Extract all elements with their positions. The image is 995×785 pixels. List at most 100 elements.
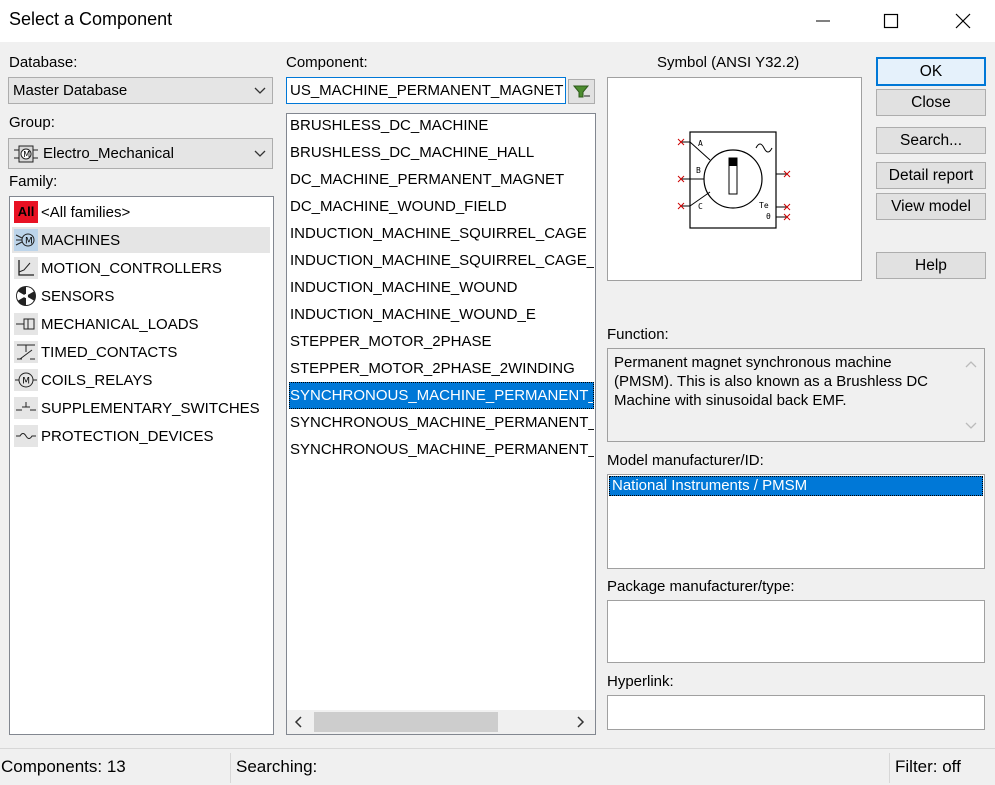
filter-icon xyxy=(572,85,590,97)
component-item[interactable]: DC_MACHINE_PERMANENT_MAGNET xyxy=(289,166,594,193)
status-bar: Components: 13 Searching: Filter: off xyxy=(0,748,995,785)
protection-device-icon xyxy=(14,424,38,448)
component-label: Component: xyxy=(286,54,368,71)
family-item-label: <All families> xyxy=(41,203,131,221)
svg-text:C: C xyxy=(698,202,703,211)
filter-status: Filter: off xyxy=(895,757,961,776)
maximize-button[interactable] xyxy=(868,0,914,42)
family-item-machines[interactable]: M MACHINES xyxy=(12,227,270,253)
chevron-down-icon xyxy=(254,150,266,157)
component-item[interactable]: INDUCTION_MACHINE_WOUND_E xyxy=(289,301,594,328)
component-item[interactable]: SYNCHRONOUS_MACHINE_PERMANENT_ xyxy=(289,436,594,463)
component-item[interactable]: INDUCTION_MACHINE_WOUND xyxy=(289,274,594,301)
hyperlink-field[interactable] xyxy=(607,695,985,730)
svg-text:M: M xyxy=(22,377,30,387)
model-manufacturer-label: Model manufacturer/ID: xyxy=(607,452,764,469)
ok-button[interactable]: OK xyxy=(876,57,986,86)
family-item-mechanical-loads[interactable]: MECHANICAL_LOADS xyxy=(12,311,270,337)
family-list[interactable]: All <All families> M MACHINES MOTION_CON… xyxy=(9,196,274,735)
svg-text:M: M xyxy=(25,237,33,247)
pmsm-symbol-icon: A B C Te θ xyxy=(677,131,791,229)
minimize-icon xyxy=(816,20,830,22)
family-item-supplementary-switches[interactable]: SUPPLEMENTARY_SWITCHES xyxy=(12,395,270,421)
component-item[interactable]: BRUSHLESS_DC_MACHINE xyxy=(289,114,594,139)
sensor-icon xyxy=(14,284,38,308)
status-divider xyxy=(889,753,890,783)
svg-text:θ: θ xyxy=(766,212,771,221)
component-item[interactable]: BRUSHLESS_DC_MACHINE_HALL xyxy=(289,139,594,166)
component-item[interactable]: INDUCTION_MACHINE_SQUIRREL_CAGE_ xyxy=(289,247,594,274)
group-value: Electro_Mechanical xyxy=(43,145,174,162)
svg-text:A: A xyxy=(698,139,703,148)
motion-controller-icon xyxy=(14,256,38,280)
family-item-label: COILS_RELAYS xyxy=(41,371,153,389)
family-item-motion-controllers[interactable]: MOTION_CONTROLLERS xyxy=(12,255,270,281)
family-item-timed-contacts[interactable]: TIMED_CONTACTS xyxy=(12,339,270,365)
component-list[interactable]: BRUSHLESS_DC_MACHINE BRUSHLESS_DC_MACHIN… xyxy=(286,113,596,735)
model-manufacturer-list[interactable]: National Instruments / PMSM xyxy=(607,474,985,569)
component-search-input[interactable]: US_MACHINE_PERMANENT_MAGNET xyxy=(286,77,566,104)
filter-button[interactable] xyxy=(568,79,595,104)
component-item[interactable]: INDUCTION_MACHINE_SQUIRREL_CAGE xyxy=(289,220,594,247)
close-button[interactable]: Close xyxy=(876,89,986,116)
view-model-button[interactable]: View model xyxy=(876,193,986,220)
family-item-protection-devices[interactable]: PROTECTION_DEVICES xyxy=(12,423,270,449)
family-item-coils-relays[interactable]: M COILS_RELAYS xyxy=(12,367,270,393)
package-list[interactable] xyxy=(607,600,985,663)
component-item-selected[interactable]: SYNCHRONOUS_MACHINE_PERMANENT_ xyxy=(289,382,594,409)
symbol-label: Symbol (ANSI Y32.2) xyxy=(657,54,800,71)
chevron-left-icon[interactable] xyxy=(293,716,305,728)
searching-status: Searching: xyxy=(236,757,318,776)
database-value: Master Database xyxy=(13,82,128,99)
component-search-value: US_MACHINE_PERMANENT_MAGNET xyxy=(290,82,564,99)
function-label: Function: xyxy=(607,326,669,343)
family-label: Family: xyxy=(9,173,58,190)
chevron-right-icon[interactable] xyxy=(574,716,586,728)
status-divider xyxy=(230,753,231,783)
window-title: Select a Component xyxy=(9,9,173,29)
family-item-label: SUPPLEMENTARY_SWITCHES xyxy=(41,399,260,417)
svg-text:M: M xyxy=(23,150,30,159)
timed-contact-icon xyxy=(14,340,38,364)
component-item[interactable]: STEPPER_MOTOR_2PHASE xyxy=(289,328,594,355)
close-icon xyxy=(955,13,971,29)
family-item-label: PROTECTION_DEVICES xyxy=(41,427,214,445)
minimize-button[interactable] xyxy=(800,0,846,42)
machine-icon: M xyxy=(14,228,38,252)
model-manufacturer-item-selected[interactable]: National Instruments / PMSM xyxy=(609,476,983,496)
hyperlink-label: Hyperlink: xyxy=(607,673,674,690)
symbol-preview: A B C Te θ xyxy=(607,77,862,281)
search-button[interactable]: Search... xyxy=(876,127,986,154)
component-item[interactable]: DC_MACHINE_WOUND_FIELD xyxy=(289,193,594,220)
group-select[interactable]: M Electro_Mechanical xyxy=(8,138,273,169)
help-button[interactable]: Help xyxy=(876,252,986,279)
all-families-icon: All xyxy=(14,200,38,224)
family-item-sensors[interactable]: SENSORS xyxy=(12,283,270,309)
family-item-label: TIMED_CONTACTS xyxy=(41,343,178,361)
family-item-label: MECHANICAL_LOADS xyxy=(41,315,199,333)
component-item[interactable]: SYNCHRONOUS_MACHINE_PERMANENT_ xyxy=(289,409,594,436)
function-text: Permanent magnet synchronous machine (PM… xyxy=(614,354,928,409)
detail-report-button[interactable]: Detail report xyxy=(876,162,986,189)
title-bar: Select a Component xyxy=(0,0,995,42)
chevron-up-icon[interactable] xyxy=(965,359,977,369)
family-item-label: MACHINES xyxy=(41,231,121,249)
family-item-label: SENSORS xyxy=(41,287,115,305)
group-label: Group: xyxy=(9,114,55,131)
scrollbar-thumb[interactable] xyxy=(314,712,498,732)
svg-text:Te: Te xyxy=(759,201,769,210)
component-item[interactable]: STEPPER_MOTOR_2PHASE_2WINDING xyxy=(289,355,594,382)
components-count: Components: 13 xyxy=(1,757,126,776)
package-label: Package manufacturer/type: xyxy=(607,578,795,595)
horizontal-scrollbar[interactable] xyxy=(287,710,595,734)
database-select[interactable]: Master Database xyxy=(8,77,273,104)
chevron-down-icon[interactable] xyxy=(965,421,977,431)
chevron-down-icon xyxy=(254,87,266,94)
close-window-button[interactable] xyxy=(940,0,986,42)
family-item-label: MOTION_CONTROLLERS xyxy=(41,259,222,277)
family-item-all[interactable]: All <All families> xyxy=(12,199,270,225)
function-textbox: Permanent magnet synchronous machine (PM… xyxy=(607,348,985,442)
coil-relay-icon: M xyxy=(14,368,38,392)
svg-text:B: B xyxy=(696,166,701,175)
database-label: Database: xyxy=(9,54,78,71)
